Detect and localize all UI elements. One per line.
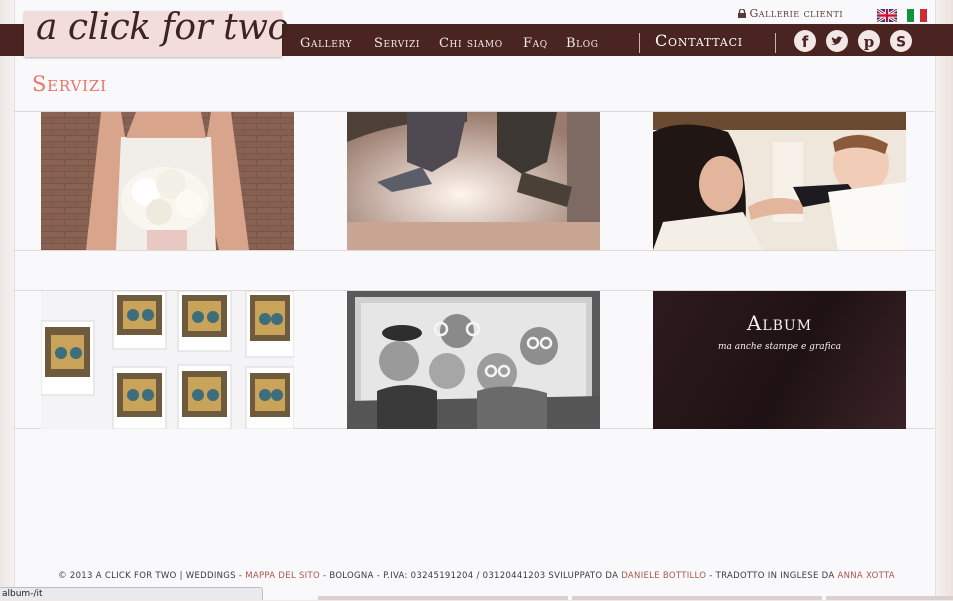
polaroids-photo [41, 291, 294, 429]
footer-translation: - TRADOTTO IN INGLESE DA [706, 571, 838, 581]
nav-divider [639, 33, 640, 53]
italy-flag-icon[interactable] [907, 7, 927, 22]
friends-props-photo [347, 291, 600, 429]
service-tile-family[interactable] [653, 112, 906, 250]
background-left [0, 0, 14, 600]
service-tile-couple[interactable] [347, 112, 600, 250]
facebook-icon[interactable]: f [794, 30, 816, 52]
developer-link[interactable]: DANIELE BOTTILLO [621, 571, 706, 581]
divider [14, 250, 934, 251]
background-right [933, 0, 953, 600]
bottom-tab [572, 596, 822, 600]
nav-item-servizi[interactable]: Servizi [374, 36, 420, 51]
bottom-tab [318, 596, 568, 600]
nav-divider [775, 33, 776, 53]
pinterest-icon[interactable]: p [858, 30, 880, 52]
client-galleries-label: Gallerie clienti [749, 7, 843, 20]
lock-icon [737, 8, 746, 18]
page-title: Servizi [32, 72, 107, 96]
translator-link[interactable]: ANNA XOTTA [837, 571, 894, 581]
twitter-icon[interactable] [826, 30, 848, 52]
nav-item-chi-siamo[interactable]: Chi siamo [439, 36, 503, 51]
svg-text:f: f [802, 33, 809, 51]
bottom-tab [826, 596, 953, 600]
logo-text: a click for two [36, 7, 289, 48]
album-title: Album [746, 311, 813, 335]
browser-status-bar: album-/it [0, 587, 263, 600]
client-galleries-link[interactable]: Gallerie clienti [737, 7, 843, 20]
album-subtitle: ma anche stampe e grafica [717, 342, 842, 352]
service-tile-album[interactable]: Album ma anche stampe e grafica [653, 291, 906, 429]
nav-item-faq[interactable]: Faq [523, 36, 548, 51]
nav-item-blog[interactable]: Blog [566, 36, 599, 51]
sitemap-link[interactable]: MAPPA DEL SITO [245, 571, 320, 581]
nav-item-gallery[interactable]: Gallery [300, 36, 352, 51]
svg-text:S: S [896, 35, 906, 51]
bride-bouquet-photo [41, 112, 294, 250]
contact-button[interactable]: Contattaci [655, 31, 743, 50]
footer: © 2013 A CLICK FOR TWO | WEDDINGS - MAPP… [0, 571, 953, 581]
skype-icon[interactable]: S [890, 30, 912, 52]
footer-company-info: - BOLOGNA - P.IVA: 03245191204 / 0312044… [319, 571, 622, 581]
service-tile-wedding[interactable] [41, 112, 294, 250]
uk-flag-icon[interactable] [876, 7, 898, 24]
service-tile-props[interactable] [347, 291, 600, 429]
service-tile-photobooth[interactable] [41, 291, 294, 429]
couple-jumping-photo [347, 112, 600, 250]
footer-copyright: © 2013 A CLICK FOR TWO | WEDDINGS - [58, 571, 246, 581]
mother-baby-photo [653, 112, 906, 250]
svg-text:p: p [864, 33, 875, 51]
site-logo[interactable]: a click for two [24, 7, 289, 57]
